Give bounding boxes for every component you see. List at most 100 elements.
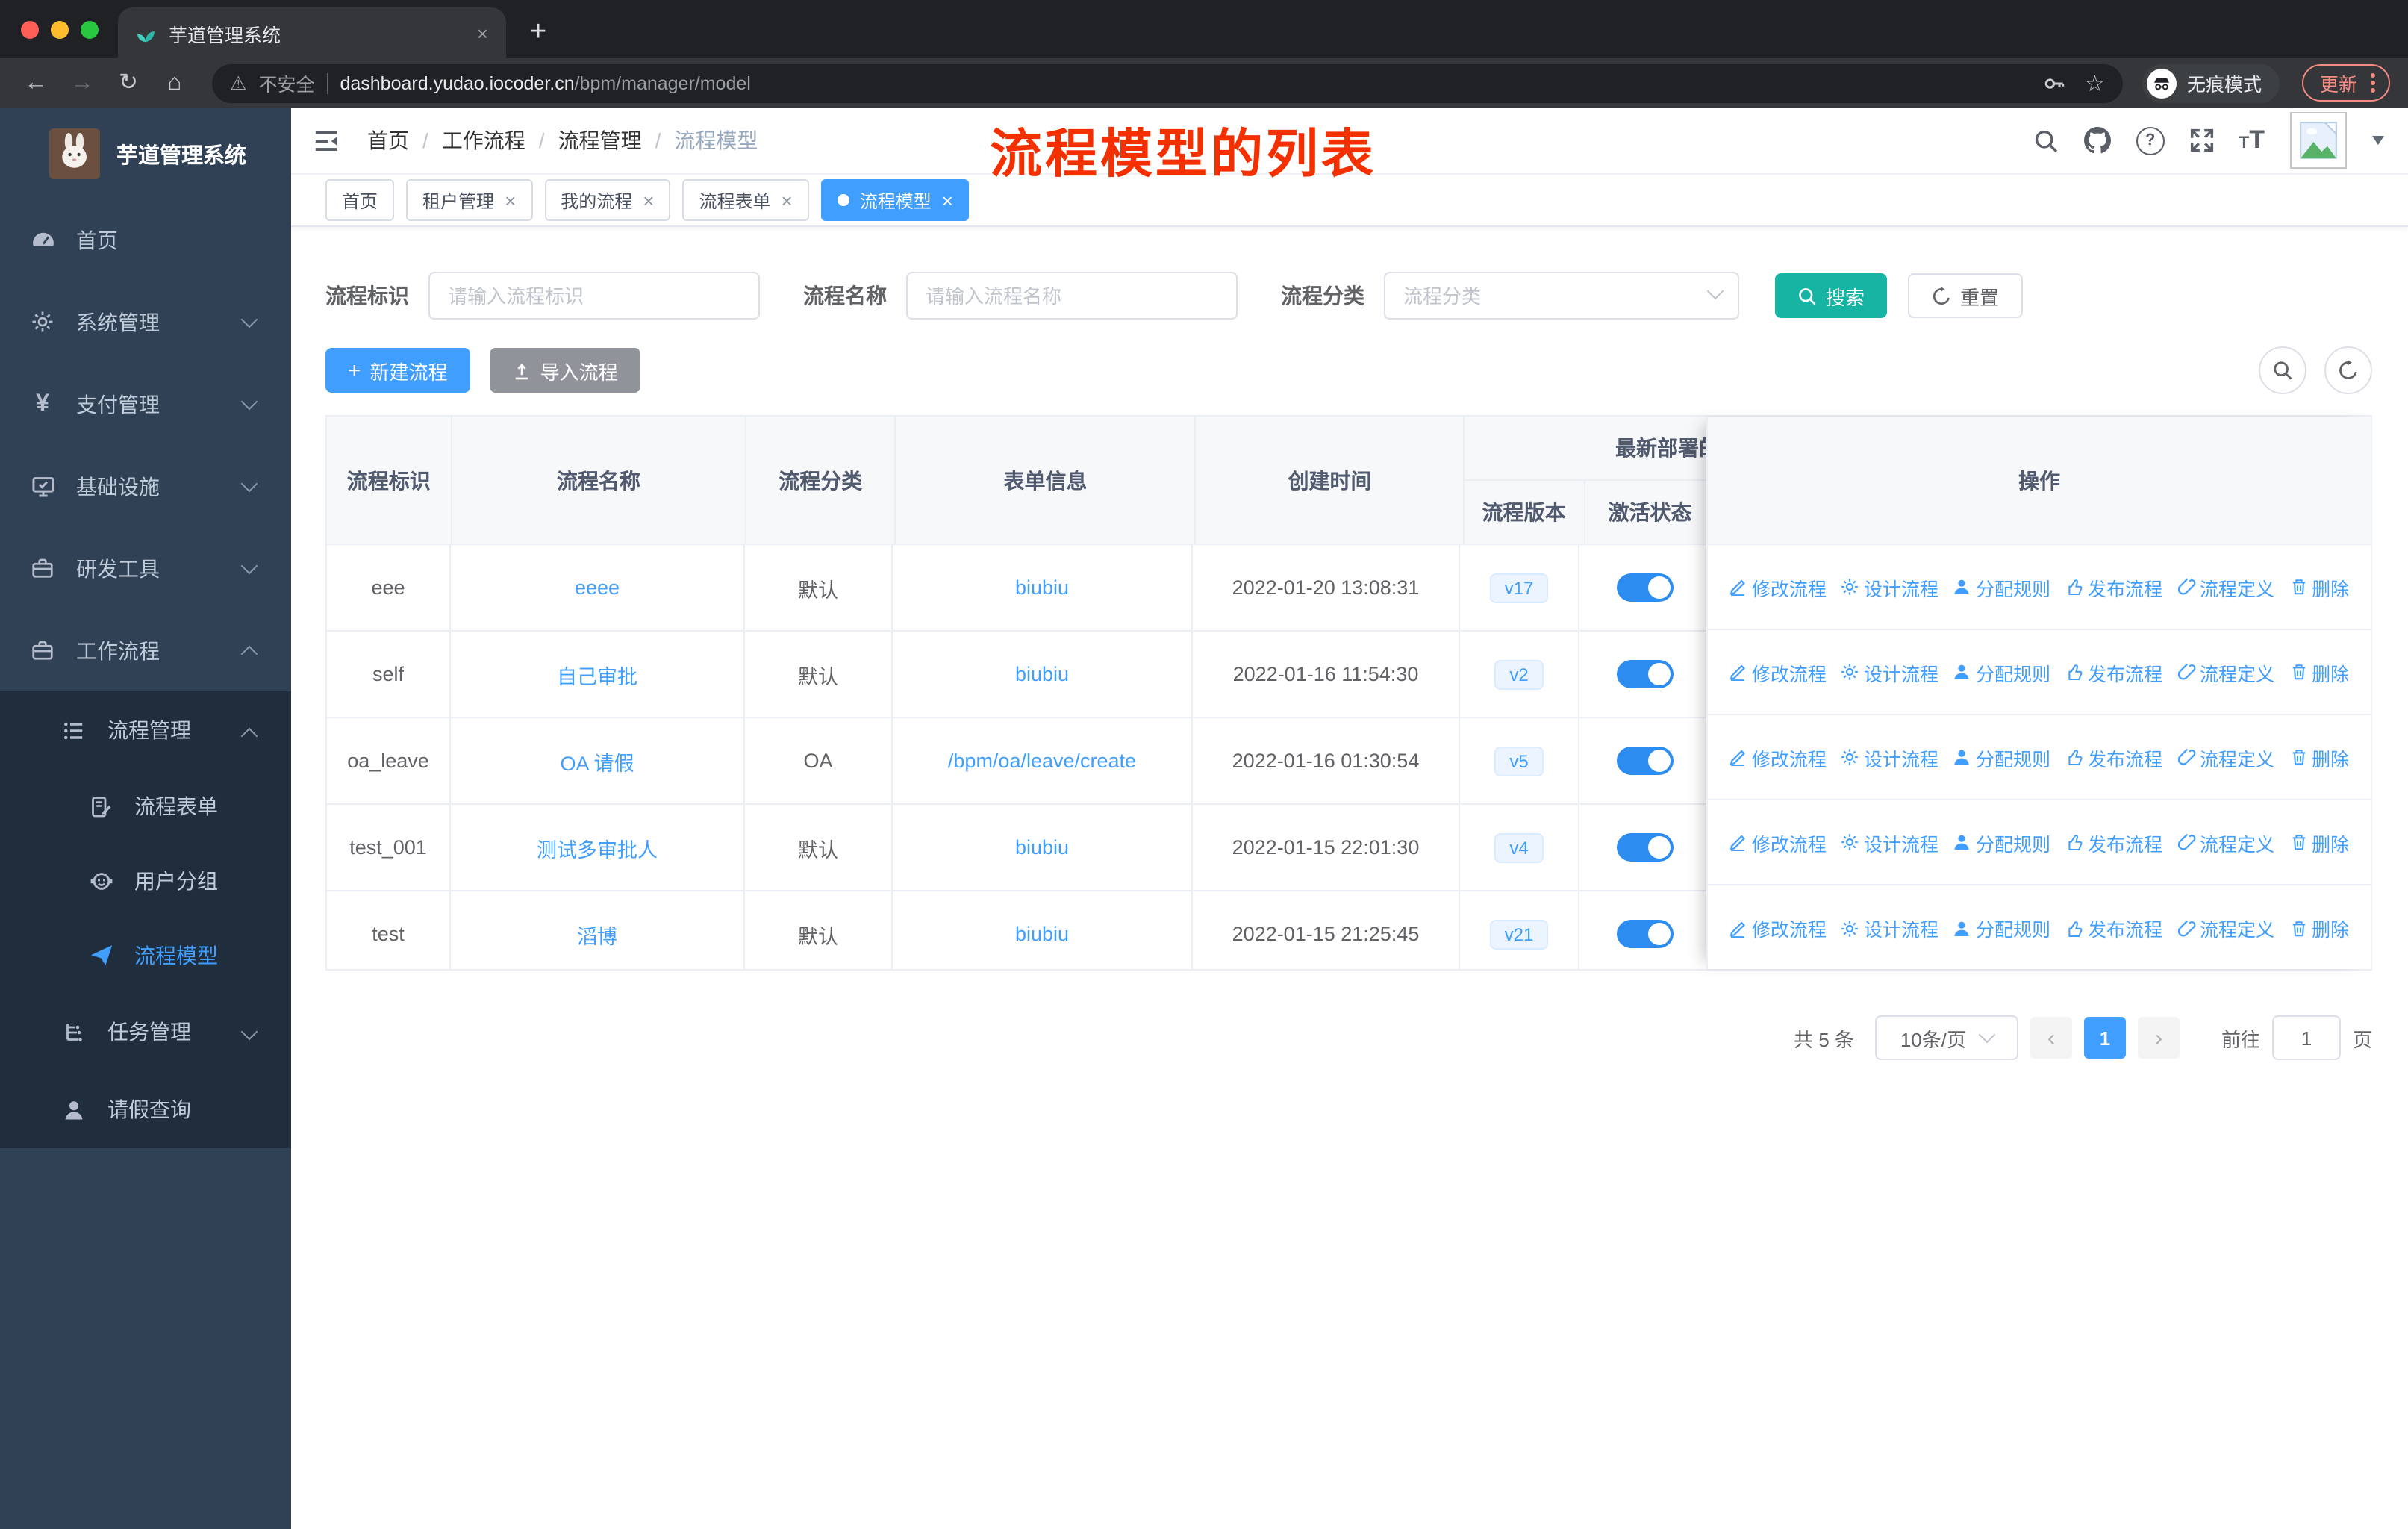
page-1-button[interactable]: 1	[2083, 1017, 2126, 1059]
tab-close-icon[interactable]: ×	[477, 22, 488, 44]
category-select[interactable]	[1384, 272, 1739, 320]
action-modify-process[interactable]: 修改流程	[1729, 914, 1827, 942]
action-publish-process[interactable]: 发布流程	[2065, 743, 2162, 771]
version-badge[interactable]: v17	[1489, 573, 1549, 602]
process-name-link[interactable]: 自己审批	[557, 659, 637, 689]
action-assign-rule[interactable]: 分配规则	[1953, 573, 2050, 601]
tag-process-form[interactable]: 流程表单 ×	[682, 179, 809, 221]
action-publish-process[interactable]: 发布流程	[2065, 573, 2162, 601]
avatar[interactable]	[2290, 112, 2347, 169]
action-modify-process[interactable]: 修改流程	[1729, 573, 1827, 601]
url-bar[interactable]: ⚠ 不安全 dashboard.yudao.iocoder.cn/bpm/man…	[212, 63, 2123, 102]
new-tab-button[interactable]: +	[530, 18, 546, 46]
action-assign-rule[interactable]: 分配规则	[1953, 828, 2050, 856]
action-process-definition[interactable]: 流程定义	[2177, 914, 2274, 942]
browser-menu-icon[interactable]	[2371, 73, 2375, 93]
process-name-link[interactable]: OA 请假	[560, 746, 634, 776]
reset-button[interactable]: 重置	[1908, 273, 2024, 318]
action-delete[interactable]: 删除	[2289, 573, 2349, 601]
github-icon[interactable]	[2084, 127, 2111, 154]
import-process-button[interactable]: 导入流程	[489, 348, 640, 393]
process-id-input[interactable]	[428, 272, 760, 320]
update-button[interactable]: 更新	[2301, 64, 2390, 102]
tag-close-icon[interactable]: ×	[643, 190, 654, 210]
breadcrumb-process-mgmt[interactable]: 流程管理	[558, 125, 642, 155]
action-design-process[interactable]: 设计流程	[1841, 658, 1938, 686]
bookmark-star-icon[interactable]: ☆	[2085, 69, 2105, 96]
tag-my-process[interactable]: 我的流程 ×	[544, 179, 671, 221]
sidebar-fold-icon[interactable]	[314, 128, 339, 153]
key-icon[interactable]	[2043, 72, 2064, 93]
version-badge[interactable]: v2	[1494, 659, 1544, 689]
active-toggle[interactable]	[1616, 573, 1673, 602]
action-process-definition[interactable]: 流程定义	[2177, 658, 2274, 686]
action-delete[interactable]: 删除	[2289, 743, 2349, 771]
sidebar-item-devtools[interactable]: 研发工具	[0, 527, 291, 609]
category-select-input[interactable]	[1384, 272, 1739, 320]
action-delete[interactable]: 删除	[2289, 914, 2349, 942]
browser-tab[interactable]: 芋道管理系统 ×	[118, 7, 506, 58]
back-icon[interactable]: ←	[18, 69, 54, 96]
action-assign-rule[interactable]: 分配规则	[1953, 743, 2050, 771]
minimize-window-button[interactable]	[51, 21, 69, 39]
sidebar-item-workflow[interactable]: 工作流程	[0, 609, 291, 691]
sidebar-item-system[interactable]: 系统管理	[0, 281, 291, 363]
version-badge[interactable]: v5	[1494, 746, 1544, 776]
action-process-definition[interactable]: 流程定义	[2177, 828, 2274, 856]
url-text[interactable]: dashboard.yudao.iocoder.cn/bpm/manager/m…	[340, 72, 750, 93]
active-toggle[interactable]	[1616, 833, 1673, 862]
action-delete[interactable]: 删除	[2289, 658, 2349, 686]
action-design-process[interactable]: 设计流程	[1841, 828, 1938, 856]
sidebar-item-pay[interactable]: ¥ 支付管理	[0, 363, 291, 445]
action-assign-rule[interactable]: 分配规则	[1953, 658, 2050, 686]
form-link[interactable]: biubiu	[1015, 663, 1069, 685]
action-modify-process[interactable]: 修改流程	[1729, 743, 1827, 771]
forward-icon[interactable]: →	[64, 69, 100, 96]
security-label[interactable]: 不安全	[258, 69, 314, 97]
help-icon[interactable]: ?	[2136, 126, 2165, 155]
window-controls[interactable]	[21, 21, 99, 39]
tag-close-icon[interactable]: ×	[782, 190, 793, 210]
action-design-process[interactable]: 设计流程	[1841, 914, 1938, 942]
tag-home[interactable]: 首页	[325, 179, 395, 221]
font-size-icon[interactable]: TT	[2239, 125, 2265, 155]
prev-page-button[interactable]: ‹	[2030, 1017, 2072, 1059]
sidebar-item-process-form[interactable]: 流程表单	[0, 769, 291, 844]
form-link[interactable]: biubiu	[1015, 576, 1069, 599]
next-page-button[interactable]: ›	[2137, 1017, 2180, 1059]
action-modify-process[interactable]: 修改流程	[1729, 658, 1827, 686]
active-toggle[interactable]	[1616, 660, 1673, 688]
tag-close-icon[interactable]: ×	[942, 190, 953, 210]
tag-tenant[interactable]: 租户管理 ×	[406, 179, 533, 221]
search-icon[interactable]	[2033, 128, 2059, 153]
goto-page-input[interactable]	[2271, 1015, 2341, 1060]
form-link[interactable]: /bpm/oa/leave/create	[948, 750, 1136, 772]
sidebar-item-home[interactable]: 首页	[0, 199, 291, 281]
process-name-link[interactable]: 滔博	[577, 919, 617, 949]
sidebar-item-infra[interactable]: 基础设施	[0, 445, 291, 527]
action-publish-process[interactable]: 发布流程	[2065, 914, 2162, 942]
maximize-window-button[interactable]	[81, 21, 99, 39]
home-icon[interactable]: ⌂	[157, 69, 193, 96]
page-size-select[interactable]: 10条/页	[1874, 1015, 2018, 1060]
sidebar-item-task-mgmt[interactable]: 任务管理	[0, 993, 291, 1071]
action-delete[interactable]: 删除	[2289, 828, 2349, 856]
active-toggle[interactable]	[1616, 920, 1673, 948]
process-name-link[interactable]: 测试多审批人	[537, 832, 658, 862]
action-modify-process[interactable]: 修改流程	[1729, 828, 1827, 856]
avatar-caret-icon[interactable]	[2372, 136, 2384, 145]
refresh-table-button[interactable]	[2324, 346, 2372, 394]
sidebar-item-process-mgmt[interactable]: 流程管理	[0, 691, 291, 769]
tag-close-icon[interactable]: ×	[505, 190, 516, 210]
version-badge[interactable]: v4	[1494, 832, 1544, 862]
fullscreen-icon[interactable]	[2190, 128, 2214, 152]
action-process-definition[interactable]: 流程定义	[2177, 743, 2274, 771]
process-name-input[interactable]	[906, 272, 1238, 320]
sidebar-item-process-model[interactable]: 流程模型	[0, 918, 291, 993]
tag-process-model[interactable]: 流程模型 ×	[820, 179, 970, 221]
search-button[interactable]: 搜索	[1775, 273, 1888, 318]
action-design-process[interactable]: 设计流程	[1841, 573, 1938, 601]
action-assign-rule[interactable]: 分配规则	[1953, 914, 2050, 942]
breadcrumb-workflow[interactable]: 工作流程	[442, 125, 525, 155]
form-link[interactable]: biubiu	[1015, 836, 1069, 859]
